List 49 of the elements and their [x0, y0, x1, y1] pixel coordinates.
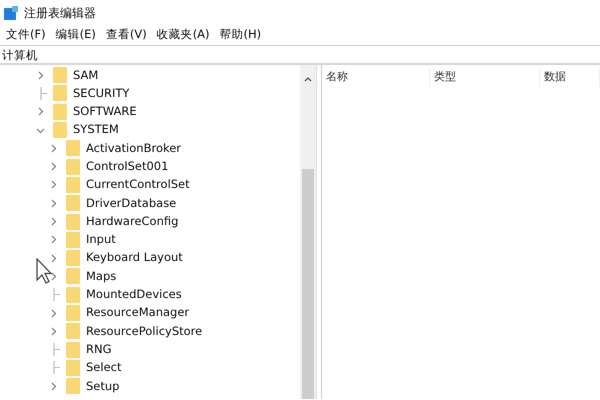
- window-title: 注册表编辑器: [24, 4, 96, 22]
- tree-item[interactable]: Keyboard Layout: [86, 249, 183, 267]
- folder-icon: [66, 250, 80, 266]
- tree-item[interactable]: RNG: [86, 340, 112, 358]
- tree-item[interactable]: ResourceManager: [86, 304, 190, 322]
- folder-icon: [66, 360, 80, 376]
- folder-icon: [66, 214, 80, 230]
- folder-icon: [66, 342, 80, 358]
- tree-item[interactable]: Input: [86, 231, 116, 248]
- folder-icon: [66, 378, 80, 394]
- tree-item[interactable]: Select: [86, 359, 122, 377]
- column-header[interactable]: 数据: [540, 69, 600, 87]
- tree-item[interactable]: Setup: [86, 378, 120, 395]
- folder-icon: [66, 268, 80, 284]
- folder-icon: [66, 305, 80, 321]
- menu-item[interactable]: 查看(V): [102, 26, 153, 44]
- folder-icon: [53, 67, 67, 84]
- mouse-cursor-icon: [36, 258, 52, 284]
- menu-item[interactable]: 编辑(E): [52, 26, 102, 44]
- column-header[interactable]: 类型: [430, 69, 540, 87]
- folder-icon: [66, 232, 80, 248]
- menu-item[interactable]: 帮助(H): [216, 26, 268, 44]
- scroll-thumb[interactable]: [302, 169, 314, 399]
- folder-icon: [66, 195, 80, 212]
- tree-item[interactable]: SOFTWARE: [73, 103, 137, 120]
- menu-item[interactable]: 文件(F): [2, 26, 52, 44]
- tree-item[interactable]: CurrentControlSet: [86, 176, 190, 194]
- tree-item[interactable]: ResourcePolicyStore: [86, 322, 202, 340]
- folder-icon: [66, 158, 80, 175]
- tree-item[interactable]: ControlSet001: [86, 158, 168, 176]
- folder-icon: [53, 122, 67, 138]
- address-bar[interactable]: 计算机: [0, 45, 600, 65]
- folder-icon: [66, 286, 80, 303]
- tree-item[interactable]: SECURITY: [73, 84, 130, 102]
- column-header[interactable]: 名称: [322, 69, 430, 87]
- folder-icon: [66, 176, 80, 193]
- folder-icon: [66, 323, 80, 340]
- tree-item[interactable]: DriverDatabase: [86, 194, 176, 212]
- tree-item[interactable]: Maps: [86, 268, 116, 286]
- tree-item[interactable]: SYSTEM: [73, 121, 119, 139]
- tree-item[interactable]: HardwareConfig: [86, 212, 178, 230]
- tree-item[interactable]: ActivationBroker: [86, 140, 182, 157]
- menu-item[interactable]: 收藏夹(A): [152, 26, 216, 44]
- tree-item[interactable]: SAM: [73, 66, 98, 84]
- folder-icon: [66, 140, 80, 156]
- tree-item[interactable]: MountedDevices: [86, 286, 182, 304]
- app-icon: [4, 6, 18, 20]
- folder-icon: [53, 104, 67, 120]
- folder-icon: [53, 85, 67, 102]
